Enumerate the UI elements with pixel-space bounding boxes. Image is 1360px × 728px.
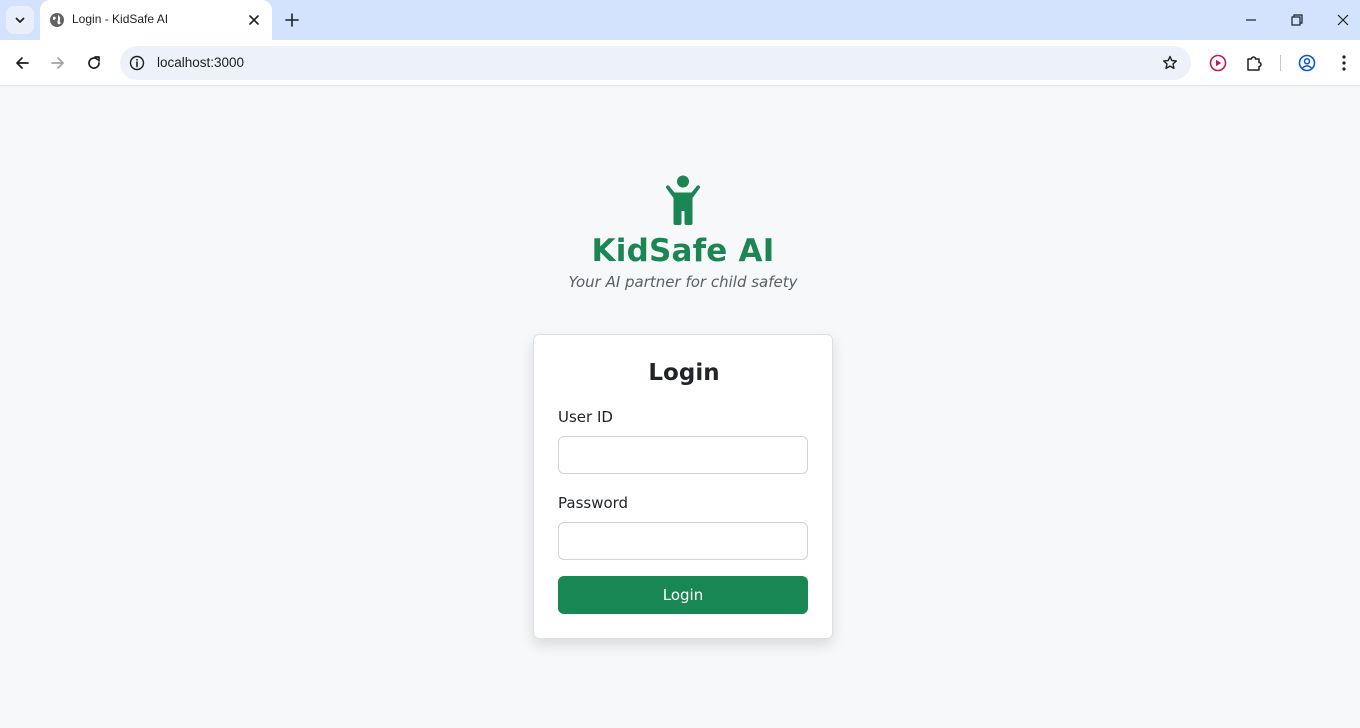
globe-icon xyxy=(50,13,64,27)
browser-toolbar: localhost:3000 xyxy=(0,40,1360,86)
new-tab-button[interactable] xyxy=(282,10,302,30)
record-icon xyxy=(1209,54,1227,72)
profile-icon xyxy=(1298,54,1316,72)
restore-icon xyxy=(1291,14,1303,26)
star-icon xyxy=(1163,55,1177,70)
extensions-button[interactable] xyxy=(1243,52,1265,74)
close-icon xyxy=(249,15,259,25)
browser-tabstrip: Login - KidSafe AI xyxy=(0,0,1360,40)
tab-title: Login - KidSafe AI xyxy=(72,12,169,26)
password-input[interactable] xyxy=(558,522,808,560)
tab-search-button[interactable] xyxy=(6,6,34,34)
profile-button[interactable] xyxy=(1296,52,1318,74)
info-icon xyxy=(129,55,145,71)
kebab-menu-icon xyxy=(1342,55,1346,71)
chevron-down-icon xyxy=(15,17,25,23)
login-button[interactable]: Login xyxy=(558,576,808,614)
browser-tab-active[interactable]: Login - KidSafe AI xyxy=(40,0,272,40)
browser-menu-button[interactable] xyxy=(1333,52,1355,74)
login-card: Login User ID Password Login xyxy=(533,334,833,639)
child-icon xyxy=(665,175,701,225)
restore-button[interactable] xyxy=(1287,10,1307,30)
reload-button[interactable] xyxy=(83,52,105,74)
user-id-label: User ID xyxy=(558,408,613,426)
user-id-input[interactable] xyxy=(558,436,808,474)
reload-icon xyxy=(88,56,100,69)
site-info-button[interactable] xyxy=(128,54,146,72)
minimize-icon xyxy=(1246,19,1256,21)
puzzle-icon xyxy=(1247,56,1262,71)
back-button[interactable] xyxy=(11,52,33,74)
brand-name: KidSafe AI xyxy=(591,233,775,269)
plus-icon xyxy=(285,13,299,27)
record-extension-button[interactable] xyxy=(1207,52,1229,74)
bookmark-button[interactable] xyxy=(1161,54,1179,72)
arrow-left-icon xyxy=(16,57,29,69)
toolbar-divider xyxy=(1280,55,1281,71)
minimize-button[interactable] xyxy=(1241,10,1261,30)
forward-button[interactable] xyxy=(47,52,69,74)
page-content: KidSafe AI Your AI partner for child saf… xyxy=(0,87,1360,728)
close-icon xyxy=(1337,14,1349,26)
brand-tagline: Your AI partner for child safety xyxy=(568,273,798,291)
tab-close-button[interactable] xyxy=(246,12,262,28)
address-bar[interactable]: localhost:3000 xyxy=(120,46,1191,80)
arrow-right-icon xyxy=(51,57,64,69)
address-bar-url: localhost:3000 xyxy=(157,55,245,70)
password-label: Password xyxy=(558,494,629,512)
login-title: Login xyxy=(648,360,720,386)
close-window-button[interactable] xyxy=(1333,10,1353,30)
